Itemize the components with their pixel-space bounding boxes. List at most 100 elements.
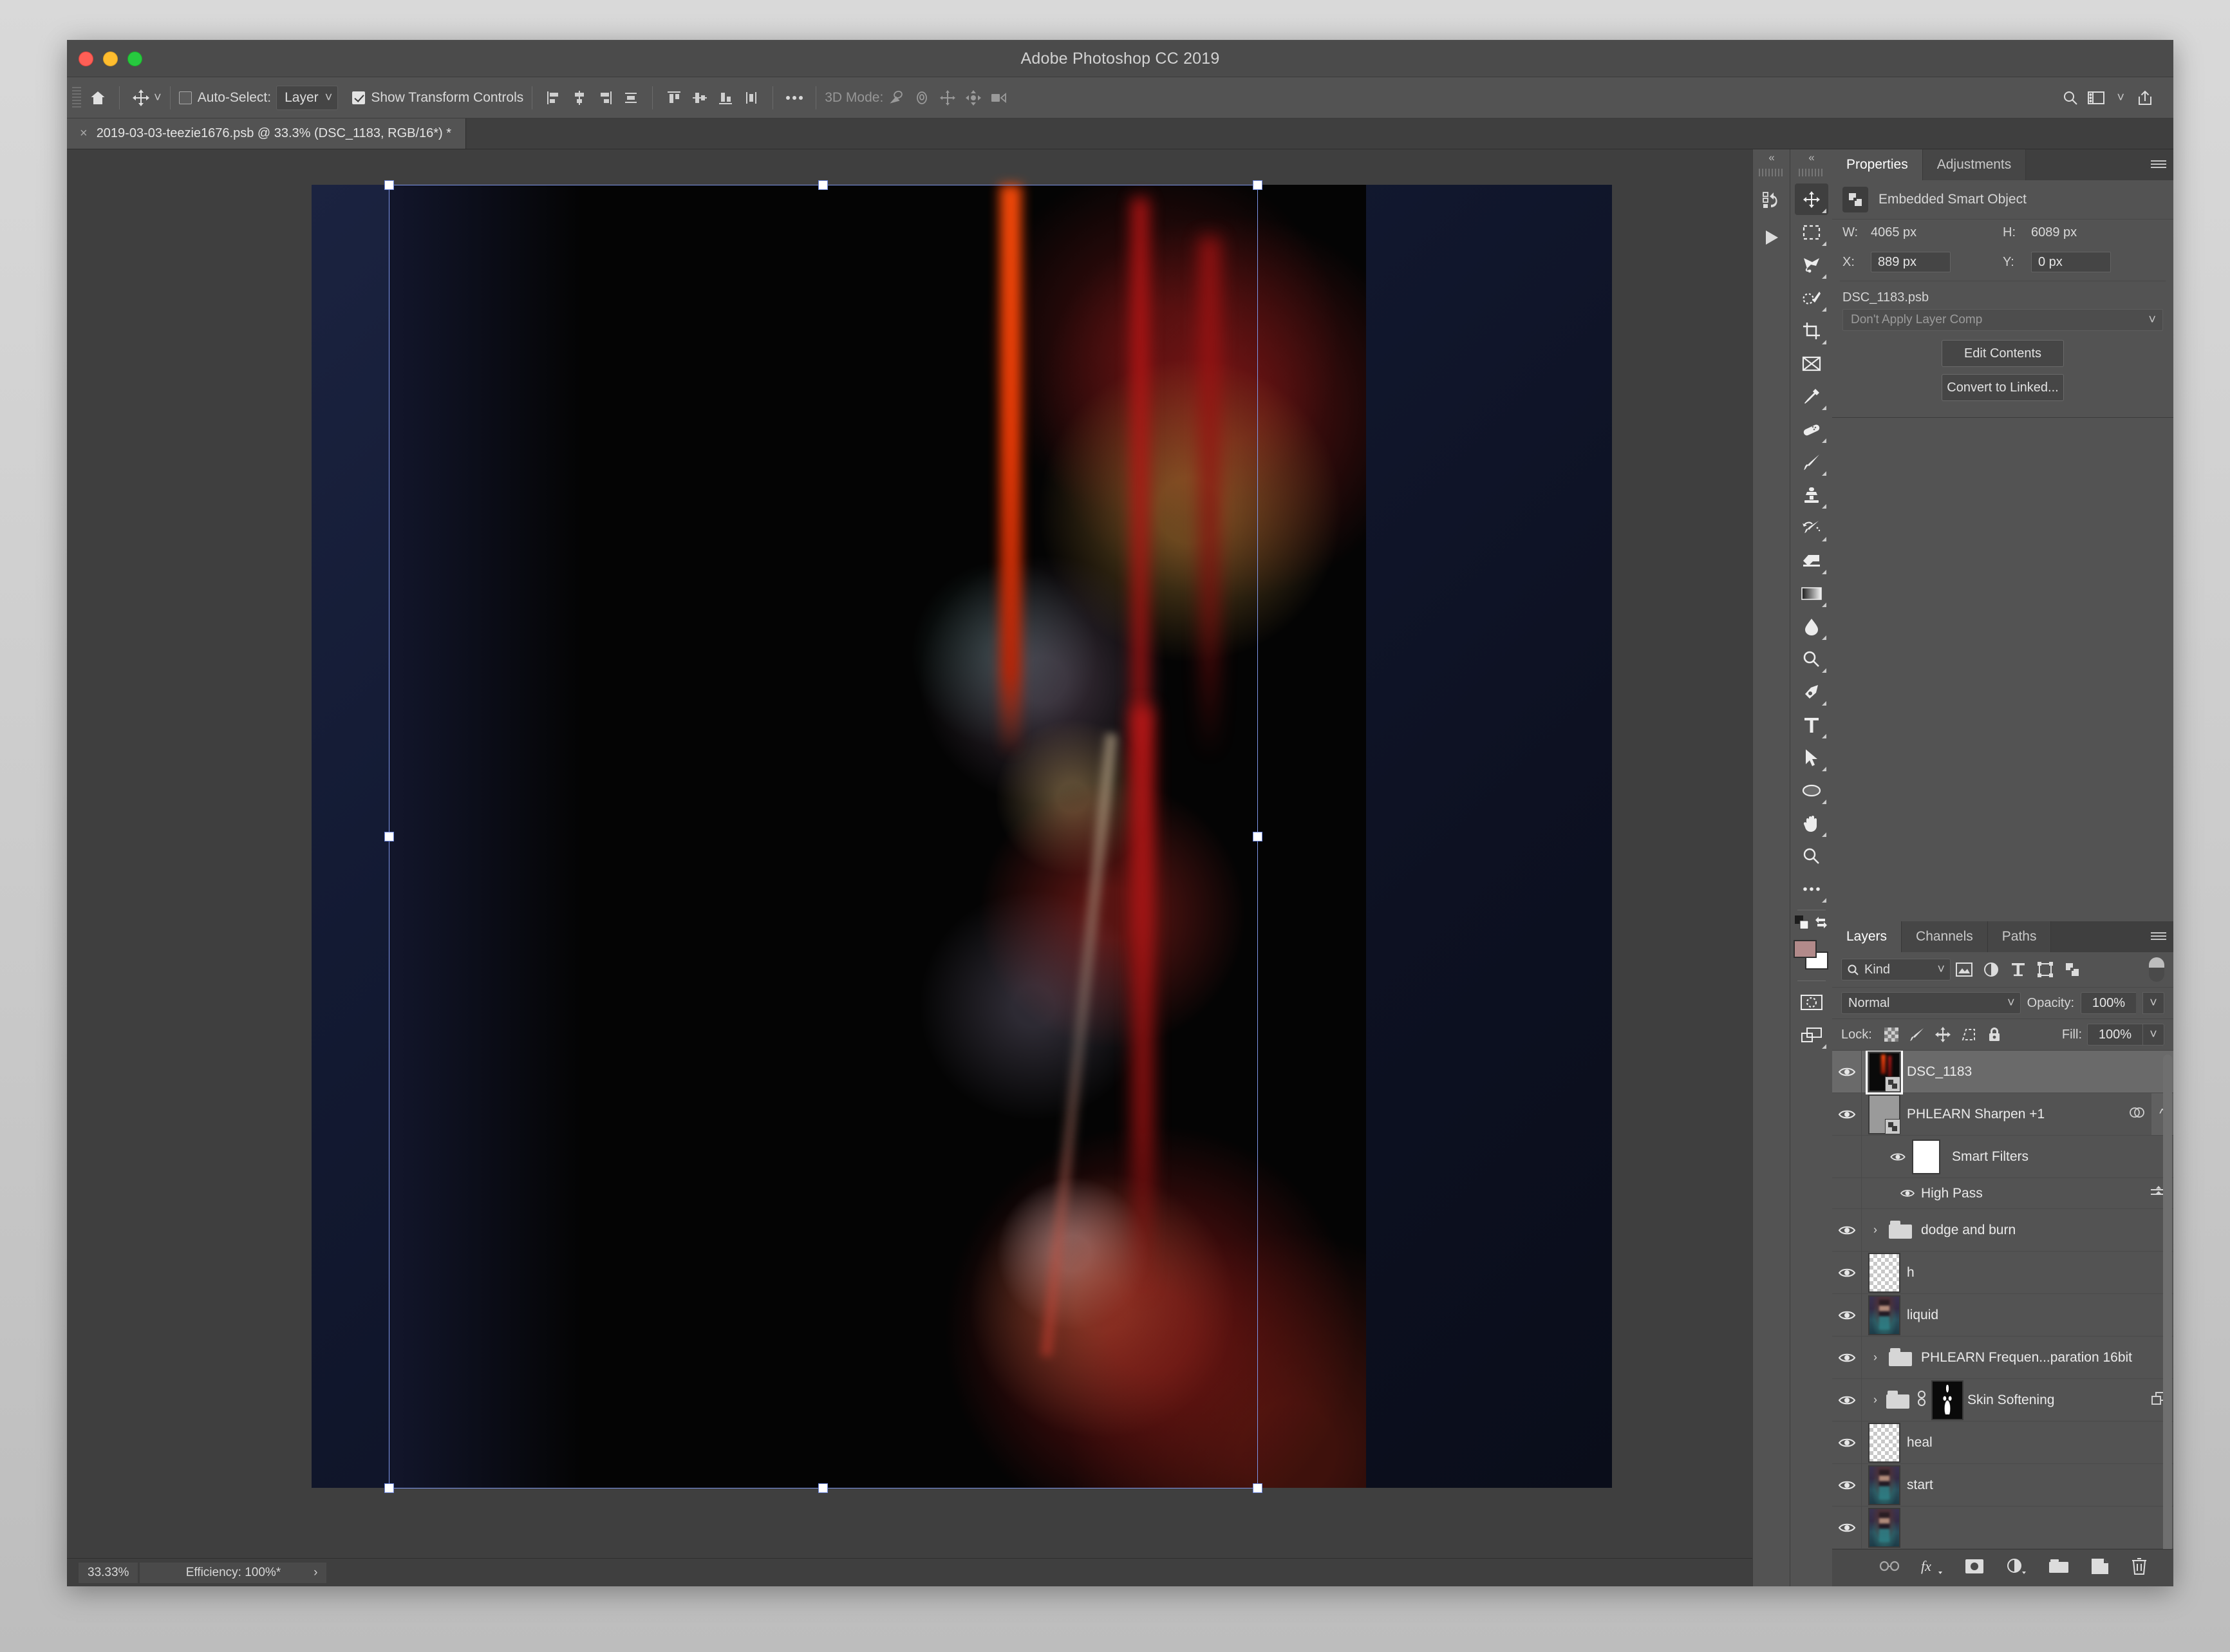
chevron-down-icon[interactable]: ˅ bbox=[2117, 91, 2124, 104]
edit-contents-button[interactable]: Edit Contents bbox=[1942, 340, 2064, 367]
fill-slider-chevron-down-icon[interactable]: ˅ bbox=[2142, 1024, 2164, 1046]
table-row[interactable] bbox=[1832, 1507, 2173, 1549]
3d-slide-icon[interactable] bbox=[960, 85, 986, 111]
show-transform-controls-checkbox[interactable] bbox=[352, 91, 366, 104]
auto-select-checkbox[interactable] bbox=[178, 91, 192, 104]
collapse-history-column-button[interactable]: « bbox=[1753, 149, 1790, 166]
eyedropper-tool[interactable] bbox=[1795, 380, 1828, 412]
layer-visibility-toggle[interactable] bbox=[1832, 1252, 1862, 1293]
table-row[interactable]: › Skin Softening bbox=[1832, 1379, 2173, 1422]
group-disclosure-icon[interactable]: › bbox=[1868, 1393, 1882, 1407]
table-row[interactable]: start bbox=[1832, 1464, 2173, 1507]
status-expand-icon[interactable]: › bbox=[314, 1566, 317, 1580]
filter-kind-select[interactable]: Kind ˅ bbox=[1841, 959, 1951, 981]
filter-visibility-toggle[interactable] bbox=[1900, 1188, 1915, 1198]
hand-tool[interactable] bbox=[1795, 807, 1828, 839]
smart-filters-mask-thumbnail[interactable] bbox=[1912, 1139, 1940, 1174]
lock-position-icon[interactable] bbox=[1930, 1027, 1956, 1042]
layer-visibility-toggle[interactable] bbox=[1832, 1337, 1862, 1378]
align-right-edges-icon[interactable] bbox=[592, 85, 618, 111]
fx-icon[interactable]: fx bbox=[1921, 1558, 1943, 1578]
frame-tool[interactable] bbox=[1795, 348, 1828, 379]
layer-name[interactable]: h bbox=[1907, 1265, 1915, 1281]
filter-enable-toggle[interactable] bbox=[2149, 957, 2164, 982]
3d-scale-camera-icon[interactable] bbox=[986, 85, 1012, 111]
layer-name[interactable]: liquid bbox=[1907, 1308, 1938, 1323]
layer-name[interactable]: PHLEARN Sharpen +1 bbox=[1907, 1107, 2045, 1122]
foreground-color-swatch[interactable] bbox=[1793, 940, 1817, 958]
filter-pixel-icon[interactable] bbox=[1951, 962, 1978, 977]
crop-tool[interactable] bbox=[1795, 315, 1828, 346]
layer-thumbnail[interactable] bbox=[1868, 1422, 1900, 1463]
color-swatches[interactable] bbox=[1793, 939, 1830, 975]
screen-mode-icon[interactable] bbox=[1795, 1019, 1828, 1051]
lock-all-icon[interactable] bbox=[1982, 1027, 2007, 1042]
lock-artboard-icon[interactable] bbox=[1956, 1027, 1982, 1042]
gradient-tool[interactable] bbox=[1795, 577, 1828, 609]
efficiency-status[interactable]: Efficiency: 100%* › bbox=[140, 1562, 327, 1583]
tab-properties[interactable]: Properties bbox=[1832, 149, 1923, 180]
type-tool[interactable] bbox=[1795, 709, 1828, 740]
move-tool[interactable] bbox=[1794, 183, 1828, 215]
layer-visibility-toggle[interactable] bbox=[1832, 1093, 1862, 1135]
3d-roll-icon[interactable] bbox=[909, 85, 935, 111]
layer-name[interactable]: Skin Softening bbox=[1967, 1393, 2054, 1408]
layer-name[interactable]: dodge and burn bbox=[1921, 1223, 2016, 1238]
filter-shape-icon[interactable] bbox=[2032, 962, 2059, 977]
fill-input[interactable]: 100% bbox=[2087, 1024, 2142, 1046]
smart-filters-visibility-toggle[interactable] bbox=[1890, 1152, 1906, 1162]
options-bar-grip[interactable] bbox=[72, 86, 81, 109]
delete-layer-icon[interactable] bbox=[2131, 1557, 2148, 1579]
align-bottom-edges-icon[interactable] bbox=[713, 85, 738, 111]
link-layers-icon[interactable] bbox=[1879, 1559, 1900, 1577]
swap-colors-icon[interactable] bbox=[1813, 915, 1829, 934]
history-column-grip[interactable] bbox=[1758, 169, 1785, 176]
align-vertical-centers-icon[interactable] bbox=[687, 85, 713, 111]
table-row[interactable]: liquid bbox=[1832, 1294, 2173, 1337]
opacity-slider-chevron-down-icon[interactable]: ˅ bbox=[2142, 992, 2164, 1014]
table-row[interactable]: DSC_1183 bbox=[1832, 1051, 2173, 1094]
layer-name[interactable]: PHLEARN Frequen...paration 16bit bbox=[1921, 1350, 2132, 1366]
new-layer-icon[interactable] bbox=[2091, 1558, 2109, 1578]
search-icon[interactable] bbox=[2057, 85, 2083, 111]
add-mask-icon[interactable] bbox=[1965, 1559, 1984, 1577]
layer-list[interactable]: DSC_1183 PHLEARN Sharpen +1 ^ Smart Filt… bbox=[1832, 1051, 2173, 1549]
home-icon[interactable] bbox=[85, 85, 111, 111]
layer-visibility-toggle[interactable] bbox=[1832, 1294, 1862, 1336]
layer-name[interactable]: High Pass bbox=[1921, 1186, 1983, 1201]
blur-tool[interactable] bbox=[1795, 610, 1828, 642]
rectangular-marquee-tool[interactable] bbox=[1795, 216, 1828, 248]
group-disclosure-icon[interactable]: › bbox=[1868, 1351, 1882, 1364]
pen-tool[interactable] bbox=[1795, 676, 1828, 708]
align-left-edges-icon[interactable] bbox=[541, 85, 567, 111]
filter-type-icon[interactable] bbox=[2005, 962, 2032, 977]
layers-panel-menu-icon[interactable] bbox=[2144, 921, 2173, 952]
auto-select-scope-select[interactable]: Layer ˅ bbox=[276, 85, 339, 110]
table-row[interactable]: High Pass bbox=[1832, 1178, 2173, 1209]
default-colors-icon[interactable] bbox=[1794, 915, 1811, 935]
tool-preset-chevron-down-icon[interactable]: ˅ bbox=[154, 91, 162, 104]
zoom-level-field[interactable]: 33.33% bbox=[79, 1562, 138, 1583]
align-horizontal-centers-icon[interactable] bbox=[567, 85, 592, 111]
x-input[interactable]: 889 px bbox=[1871, 252, 1951, 272]
quick-selection-tool[interactable] bbox=[1795, 282, 1828, 314]
new-group-icon[interactable] bbox=[2048, 1559, 2069, 1577]
canvas-area[interactable] bbox=[67, 149, 1752, 1558]
smart-filter-icon[interactable] bbox=[2128, 1105, 2145, 1123]
tools-panel-grip[interactable] bbox=[1798, 169, 1824, 176]
quick-mask-icon[interactable] bbox=[1795, 986, 1828, 1018]
layer-visibility-toggle[interactable] bbox=[1832, 1507, 1862, 1548]
share-icon[interactable] bbox=[2132, 85, 2158, 111]
table-row[interactable]: heal bbox=[1832, 1422, 2173, 1464]
filter-smart-object-icon[interactable] bbox=[2059, 962, 2086, 977]
layer-name[interactable]: DSC_1183 bbox=[1907, 1064, 1972, 1080]
layer-name[interactable]: start bbox=[1907, 1478, 1933, 1493]
actions-play-icon[interactable] bbox=[1763, 229, 1781, 250]
layer-visibility-toggle[interactable] bbox=[1832, 1422, 1862, 1463]
layer-thumbnail[interactable] bbox=[1868, 1252, 1900, 1293]
brush-tool[interactable] bbox=[1795, 446, 1828, 478]
healing-brush-tool[interactable] bbox=[1795, 413, 1828, 445]
collapse-tools-button[interactable]: « bbox=[1790, 149, 1832, 166]
3d-rotate-icon[interactable] bbox=[883, 85, 909, 111]
layer-list-scrollbar[interactable] bbox=[2163, 1055, 2172, 1549]
